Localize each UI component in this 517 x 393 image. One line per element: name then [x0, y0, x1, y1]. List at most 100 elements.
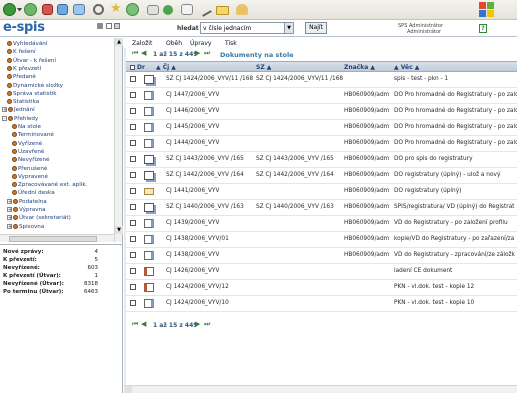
tree-item[interactable]: Vypravené — [12, 173, 48, 181]
tree-item[interactable]: + Jednání — [2, 106, 35, 114]
row-checkbox[interactable] — [130, 188, 136, 194]
main-horizontal-scrollbar[interactable] — [124, 385, 517, 393]
stat-row[interactable]: Po terminu (Útvar): 6463 — [0, 288, 122, 296]
cell-number[interactable]: CJ 1438/2006_VYV — [166, 252, 219, 258]
refresh-icon[interactable] — [57, 4, 68, 15]
row-checkbox[interactable] — [130, 124, 136, 130]
back-icon[interactable] — [3, 3, 16, 16]
tree-item[interactable]: Nevyřízené — [12, 156, 49, 164]
stat-row[interactable]: K převzetí (Útvar): 1 — [0, 272, 122, 280]
history-icon[interactable] — [126, 3, 139, 16]
row-checkbox[interactable] — [130, 76, 136, 82]
expand-icon[interactable]: + — [7, 215, 12, 221]
menu-zalozit[interactable]: Založit — [132, 40, 152, 47]
favorites-icon[interactable]: ★ — [110, 2, 123, 15]
first-page-icon[interactable]: ⏮ — [132, 50, 139, 57]
folder-icon[interactable] — [216, 6, 229, 15]
expand-icon[interactable]: + — [7, 223, 12, 229]
app-logo[interactable]: e-spis — [3, 20, 45, 35]
column-sz[interactable]: SZ ▲ — [256, 64, 271, 71]
tree-scrollbar[interactable]: ▲ ▼ — [114, 38, 123, 242]
row-checkbox[interactable] — [130, 204, 136, 210]
cell-number[interactable]: CJ 1445/2006_VYV — [166, 124, 219, 130]
select-all-checkbox[interactable] — [130, 65, 135, 70]
cell-number[interactable]: CJ 1426/2006_VYV — [166, 268, 219, 274]
tree-item[interactable]: Předané — [7, 73, 36, 81]
window-icon[interactable] — [114, 23, 120, 29]
row-checkbox[interactable] — [130, 236, 136, 242]
chevron-down-icon[interactable]: ▼ — [284, 23, 293, 33]
column-subject[interactable]: ▲ Věc ▲ — [394, 64, 419, 71]
row-checkbox[interactable] — [130, 284, 136, 290]
forward-icon[interactable] — [24, 3, 37, 16]
expand-icon[interactable]: + — [7, 198, 12, 204]
tree-item[interactable]: Přenušené — [12, 165, 47, 173]
tree-item[interactable]: Na stole — [12, 123, 41, 131]
cell-number[interactable]: SZ CJ 1424/2006_VYV/11 /168 — [166, 76, 253, 82]
table-row[interactable]: CJ 1445/2006_VYV HB060909/adm DO Pro hroma… — [126, 120, 517, 136]
cell-number[interactable]: CJ 1439/2006_VYV — [166, 220, 219, 226]
row-checkbox[interactable] — [130, 268, 136, 274]
row-checkbox[interactable] — [130, 172, 136, 178]
row-checkbox[interactable] — [130, 300, 136, 306]
next-page-icon[interactable]: ▶ — [195, 321, 202, 328]
row-checkbox[interactable] — [130, 156, 136, 162]
scroll-left-icon[interactable] — [124, 386, 132, 393]
cell-number[interactable]: CJ 1438/2006_VYV/01 — [166, 236, 229, 242]
settings-icon[interactable] — [97, 23, 103, 29]
mail-icon[interactable] — [147, 5, 159, 15]
cell-number[interactable]: SZ CJ 1440/2006_VYV /163 — [166, 204, 244, 210]
tree-item[interactable]: Zpracovávané ext. aplik. — [12, 181, 87, 189]
tree-horizontal-scrollbar[interactable] — [0, 234, 114, 242]
cell-number[interactable]: CJ 1424/2006_VYV/10 — [166, 300, 229, 306]
dropdown-arrow-icon[interactable] — [17, 8, 22, 12]
table-row[interactable]: CJ 1439/2006_VYV HB060909/adm VD do Regist… — [126, 216, 517, 232]
menu-upravy[interactable]: Úpravy — [190, 40, 211, 47]
row-checkbox[interactable] — [130, 220, 136, 226]
tree-item[interactable]: K převzetí — [7, 65, 41, 73]
table-row[interactable]: CJ 1424/2006_VYV/12 PKN - vl.dok. test - … — [126, 280, 517, 296]
grid-icon[interactable] — [106, 23, 112, 29]
last-page-icon[interactable]: ⏭ — [204, 321, 211, 328]
tree-item[interactable]: + Útvar (sekretariát) — [7, 214, 71, 222]
table-row[interactable]: CJ 1426/2006_VYV ladení CE dokument — [126, 264, 517, 280]
tree-item[interactable]: - Přehledy — [2, 115, 38, 123]
tree-item[interactable]: Vyhledávání — [7, 40, 47, 48]
table-row[interactable]: CJ 1438/2006_VYV/01 HB060909/adm kopie/VD … — [126, 232, 517, 248]
stat-row[interactable]: K převzetí: 5 — [0, 256, 122, 264]
table-row[interactable]: SZ CJ 1424/2006_VYV/11 /168 SZ CJ 1424/20… — [126, 72, 517, 88]
table-row[interactable]: CJ 1446/2006_VYV HB060909/adm DO Pro hroma… — [126, 104, 517, 120]
column-mark[interactable]: Značka ▲ — [344, 64, 375, 71]
messenger-icon[interactable] — [163, 5, 173, 15]
cell-number[interactable]: SZ CJ 1443/2006_VYV /165 — [166, 156, 244, 162]
tree-item[interactable]: + Spisovna — [7, 223, 44, 231]
tree-item[interactable]: Dynamické složky — [7, 82, 63, 90]
table-row[interactable]: SZ CJ 1442/2006_VYV /164 SZ CJ 1442/2006_… — [126, 168, 517, 184]
column-number[interactable]: ▲ Čj ▲ — [156, 64, 176, 71]
stat-row[interactable]: Nové zprávy: 4 — [0, 248, 122, 256]
tree-item[interactable]: Úřední deska — [12, 189, 55, 197]
menu-obeh[interactable]: Oběh — [166, 40, 182, 47]
row-checkbox[interactable] — [130, 92, 136, 98]
tree-item[interactable]: Terminované — [12, 131, 54, 139]
tree-item[interactable]: Vyřízené — [12, 140, 42, 148]
users-icon[interactable] — [236, 4, 248, 15]
stat-row[interactable]: Nevyřízené: 603 — [0, 264, 122, 272]
search-icon[interactable] — [93, 4, 104, 15]
row-checkbox[interactable] — [130, 108, 136, 114]
table-row[interactable]: CJ 1444/2006_VYV HB060909/adm DO Pro hroma… — [126, 136, 517, 152]
table-row[interactable]: CJ 1424/2006_VYV/10 PKN - vl.dok. test - … — [126, 296, 517, 312]
scroll-down-icon[interactable]: ▼ — [115, 226, 123, 234]
stop-icon[interactable] — [42, 4, 53, 15]
tree-item[interactable]: Statistika — [7, 98, 39, 106]
print-icon[interactable] — [181, 4, 193, 15]
stat-row[interactable]: Nevyřízené (Útvar): 8318 — [0, 280, 122, 288]
table-row[interactable]: CJ 1441/2006_VYV HB060909/adm DO registrat… — [126, 184, 517, 200]
previous-page-icon[interactable]: ◀ — [141, 50, 148, 57]
scroll-up-icon[interactable]: ▲ — [115, 38, 123, 46]
tree-item[interactable]: K řešení — [7, 48, 36, 56]
row-checkbox[interactable] — [130, 252, 136, 258]
tree-item[interactable]: Uzavřené — [12, 148, 44, 156]
next-page-icon[interactable]: ▶ — [195, 50, 202, 57]
expand-icon[interactable]: + — [7, 207, 12, 213]
